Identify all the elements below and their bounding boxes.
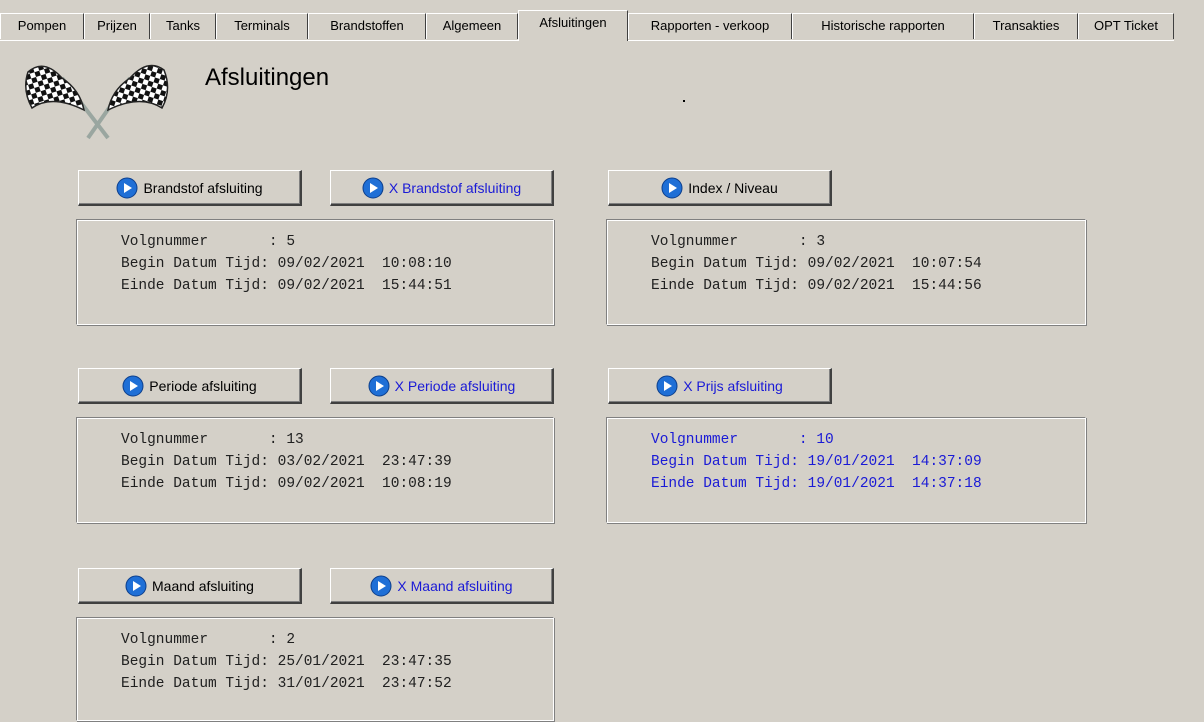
play-circle-icon — [661, 177, 683, 198]
brandstof-afsluiting-button[interactable]: Brandstof afsluiting — [78, 170, 302, 206]
index-niveau-button[interactable]: Index / Niveau — [608, 170, 832, 206]
x-maand-afsluiting-button[interactable]: X Maand afsluiting — [330, 568, 554, 604]
tab-historische-rapporten[interactable]: Historische rapporten — [792, 13, 974, 39]
play-circle-icon — [122, 375, 144, 396]
maand-afsluiting-button[interactable]: Maand afsluiting — [78, 568, 302, 604]
button-label: Maand afsluiting — [152, 577, 254, 594]
button-label: Index / Niveau — [688, 179, 778, 196]
x-prijs-afsluiting-button[interactable]: X Prijs afsluiting — [608, 368, 832, 404]
periode-afsluiting-button[interactable]: Periode afsluiting — [78, 368, 302, 404]
tab-opt-ticket[interactable]: OPT Ticket — [1078, 13, 1174, 39]
brandstof-info-panel: Volgnummer : 5 Begin Datum Tijd: 09/02/2… — [76, 219, 554, 325]
volgnummer-text: Volgnummer : 5 — [121, 234, 296, 250]
x-brandstof-afsluiting-button[interactable]: X Brandstof afsluiting — [330, 170, 554, 206]
tab-bar: Pompen Prijzen Tanks Terminals Brandstof… — [0, 0, 1204, 42]
volgnummer-text: Volgnummer : 13 — [121, 432, 304, 448]
volgnummer-text: Volgnummer : 2 — [121, 632, 296, 648]
begin-datum-text: Begin Datum Tijd: 09/02/2021 10:08:10 — [121, 256, 452, 272]
volgnummer-text: Volgnummer : 3 — [651, 234, 826, 250]
play-circle-icon — [125, 575, 147, 596]
button-label: X Prijs afsluiting — [683, 377, 783, 394]
tab-prijzen[interactable]: Prijzen — [84, 13, 150, 39]
play-circle-icon — [362, 177, 384, 198]
checkered-flags-icon — [25, 64, 169, 140]
einde-datum-text: Einde Datum Tijd: 31/01/2021 23:47:52 — [121, 676, 452, 692]
begin-datum-text: Begin Datum Tijd: 03/02/2021 23:47:39 — [121, 454, 452, 470]
einde-datum-text: Einde Datum Tijd: 09/02/2021 10:08:19 — [121, 476, 452, 492]
periode-info-panel: Volgnummer : 13 Begin Datum Tijd: 03/02/… — [76, 417, 554, 523]
begin-datum-text: Begin Datum Tijd: 19/01/2021 14:37:09 — [651, 454, 982, 470]
play-circle-icon — [370, 575, 392, 596]
einde-datum-text: Einde Datum Tijd: 19/01/2021 14:37:18 — [651, 476, 982, 492]
tab-pompen[interactable]: Pompen — [0, 13, 84, 39]
play-circle-icon — [116, 177, 138, 198]
einde-datum-text: Einde Datum Tijd: 09/02/2021 15:44:56 — [651, 278, 982, 294]
begin-datum-text: Begin Datum Tijd: 25/01/2021 23:47:35 — [121, 654, 452, 670]
tab-algemeen[interactable]: Algemeen — [426, 13, 518, 39]
volgnummer-text: Volgnummer : 10 — [651, 432, 834, 448]
begin-datum-text: Begin Datum Tijd: 09/02/2021 10:07:54 — [651, 256, 982, 272]
tab-baseline — [0, 40, 518, 41]
index-info-panel: Volgnummer : 3 Begin Datum Tijd: 09/02/2… — [606, 219, 1086, 325]
button-label: Periode afsluiting — [149, 377, 257, 394]
tab-tanks[interactable]: Tanks — [150, 13, 216, 39]
page-title: Afsluitingen — [205, 64, 330, 91]
prijs-info-panel: Volgnummer : 10 Begin Datum Tijd: 19/01/… — [606, 417, 1086, 523]
x-periode-afsluiting-button[interactable]: X Periode afsluiting — [330, 368, 554, 404]
tab-afsluitingen[interactable]: Afsluitingen — [518, 10, 628, 41]
maand-info-panel: Volgnummer : 2 Begin Datum Tijd: 25/01/2… — [76, 617, 554, 721]
play-circle-icon — [656, 375, 678, 396]
tab-terminals[interactable]: Terminals — [216, 13, 308, 39]
play-circle-icon — [368, 375, 390, 396]
tab-brandstoffen[interactable]: Brandstoffen — [308, 13, 426, 39]
button-label: Brandstof afsluiting — [143, 179, 263, 196]
button-label: X Brandstof afsluiting — [388, 179, 522, 196]
button-label: X Periode afsluiting — [394, 377, 516, 394]
button-label: X Maand afsluiting — [397, 577, 513, 594]
einde-datum-text: Einde Datum Tijd: 09/02/2021 15:44:51 — [121, 278, 452, 294]
dot-mark — [683, 100, 685, 102]
tab-transakties[interactable]: Transakties — [974, 13, 1078, 39]
tab-rapporten-verkoop[interactable]: Rapporten - verkoop — [628, 13, 792, 39]
tab-baseline — [628, 40, 1174, 41]
